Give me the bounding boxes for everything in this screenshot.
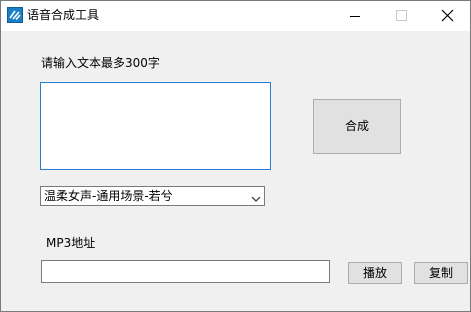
window-title: 语音合成工具 xyxy=(27,8,100,22)
copy-button[interactable]: 复制 xyxy=(414,262,468,284)
chevron-down-icon xyxy=(251,192,261,202)
text-input-area[interactable] xyxy=(40,82,271,170)
mp3-url-field[interactable] xyxy=(41,260,330,283)
text-input-label: 请输入文本最多300字 xyxy=(41,56,160,70)
app-icon xyxy=(7,7,23,23)
voice-select[interactable]: 温柔女声-通用场景-若兮 xyxy=(40,186,265,206)
maximize-icon xyxy=(396,10,407,21)
title-bar[interactable]: 语音合成工具 xyxy=(1,1,470,31)
mp3-url-label: MP3地址 xyxy=(46,236,96,250)
voice-select-value: 温柔女声-通用场景-若兮 xyxy=(44,189,173,203)
play-button[interactable]: 播放 xyxy=(348,262,402,284)
close-icon xyxy=(441,9,454,22)
minimize-icon xyxy=(350,16,360,17)
maximize-button[interactable] xyxy=(378,1,424,31)
minimize-button[interactable] xyxy=(332,1,378,31)
app-window: 语音合成工具 请输入文本最多300字 合成 温柔女声-通用场景-若兮 MP3地址… xyxy=(0,0,471,312)
close-button[interactable] xyxy=(424,1,470,31)
synthesize-button[interactable]: 合成 xyxy=(313,99,401,154)
